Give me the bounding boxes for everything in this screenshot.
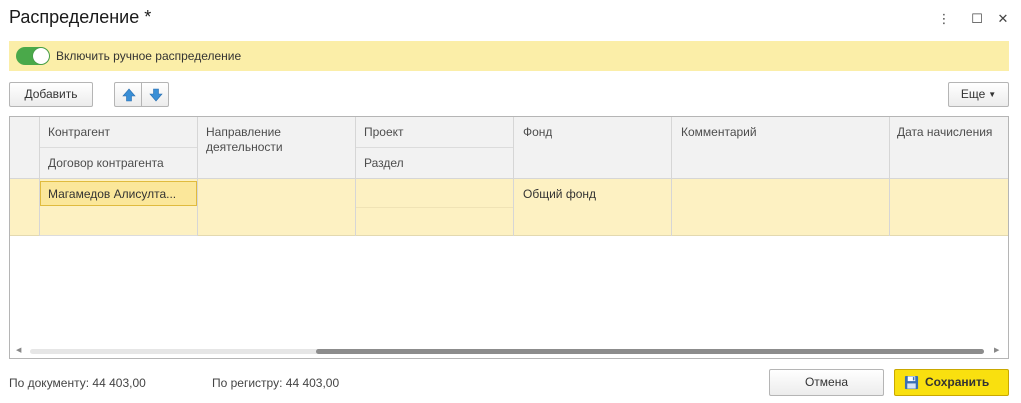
column-divider bbox=[671, 117, 672, 236]
header-direction[interactable]: Направление деятельности bbox=[206, 125, 326, 155]
floppy-disk-icon bbox=[904, 375, 919, 390]
distribution-table[interactable]: Контрагент Договор контрагента Направлен… bbox=[9, 116, 1009, 359]
add-button[interactable]: Добавить bbox=[9, 82, 93, 107]
scroll-thumb[interactable] bbox=[316, 349, 984, 354]
move-up-button[interactable] bbox=[114, 82, 142, 107]
manual-distribution-toggle[interactable] bbox=[16, 47, 50, 65]
more-button-label: Еще bbox=[960, 87, 986, 101]
scroll-right-icon[interactable]: ▶ bbox=[994, 346, 999, 354]
save-button[interactable]: Сохранить bbox=[894, 369, 1009, 396]
header-section[interactable]: Раздел bbox=[364, 156, 404, 170]
move-down-button[interactable] bbox=[141, 82, 169, 107]
header-comment[interactable]: Комментарий bbox=[681, 125, 757, 139]
header-divider bbox=[40, 147, 197, 148]
column-divider bbox=[197, 117, 198, 236]
header-accrual-date[interactable]: Дата начисления bbox=[897, 125, 992, 139]
column-divider bbox=[889, 117, 890, 236]
close-icon[interactable]: ✕ bbox=[994, 10, 1012, 28]
header-counterparty[interactable]: Контрагент bbox=[48, 125, 110, 139]
row-subdivider bbox=[356, 207, 513, 208]
header-divider bbox=[356, 147, 513, 148]
header-contract[interactable]: Договор контрагента bbox=[48, 156, 164, 170]
horizontal-scrollbar[interactable]: ◀ ▶ bbox=[10, 343, 1008, 358]
maximize-icon[interactable]: ☐ bbox=[968, 10, 986, 28]
distribution-window: Распределение * ⋮ ☐ ✕ Включить ручное ра… bbox=[0, 0, 1021, 403]
toggle-knob bbox=[33, 48, 49, 64]
window-title: Распределение * bbox=[9, 7, 152, 27]
more-button[interactable]: Еще ▼ bbox=[948, 82, 1009, 107]
chevron-down-icon: ▼ bbox=[988, 90, 997, 99]
column-divider bbox=[39, 117, 40, 236]
cell-counterparty[interactable]: Магамедов Алисулта... bbox=[48, 187, 196, 201]
title-bar: Распределение * ⋮ ☐ ✕ bbox=[0, 0, 1021, 38]
arrow-up-icon bbox=[122, 88, 136, 102]
column-divider bbox=[355, 117, 356, 236]
cancel-button[interactable]: Отмена bbox=[769, 369, 884, 396]
row-subdivider bbox=[40, 235, 197, 236]
save-button-label: Сохранить bbox=[925, 375, 990, 389]
header-project[interactable]: Проект bbox=[364, 125, 404, 139]
total-by-document: По документу: 44 403,00 bbox=[9, 376, 146, 390]
total-by-register: По регистру: 44 403,00 bbox=[212, 376, 340, 390]
header-fund[interactable]: Фонд bbox=[523, 125, 552, 139]
arrow-down-icon bbox=[149, 88, 163, 102]
column-divider bbox=[513, 117, 514, 236]
manual-distribution-label: Включить ручное распределение bbox=[56, 49, 242, 63]
more-vert-icon[interactable]: ⋮ bbox=[935, 10, 953, 28]
manual-distribution-banner: Включить ручное распределение bbox=[9, 41, 1009, 71]
cell-fund[interactable]: Общий фонд bbox=[523, 187, 596, 201]
scroll-left-icon[interactable]: ◀ bbox=[16, 346, 21, 354]
